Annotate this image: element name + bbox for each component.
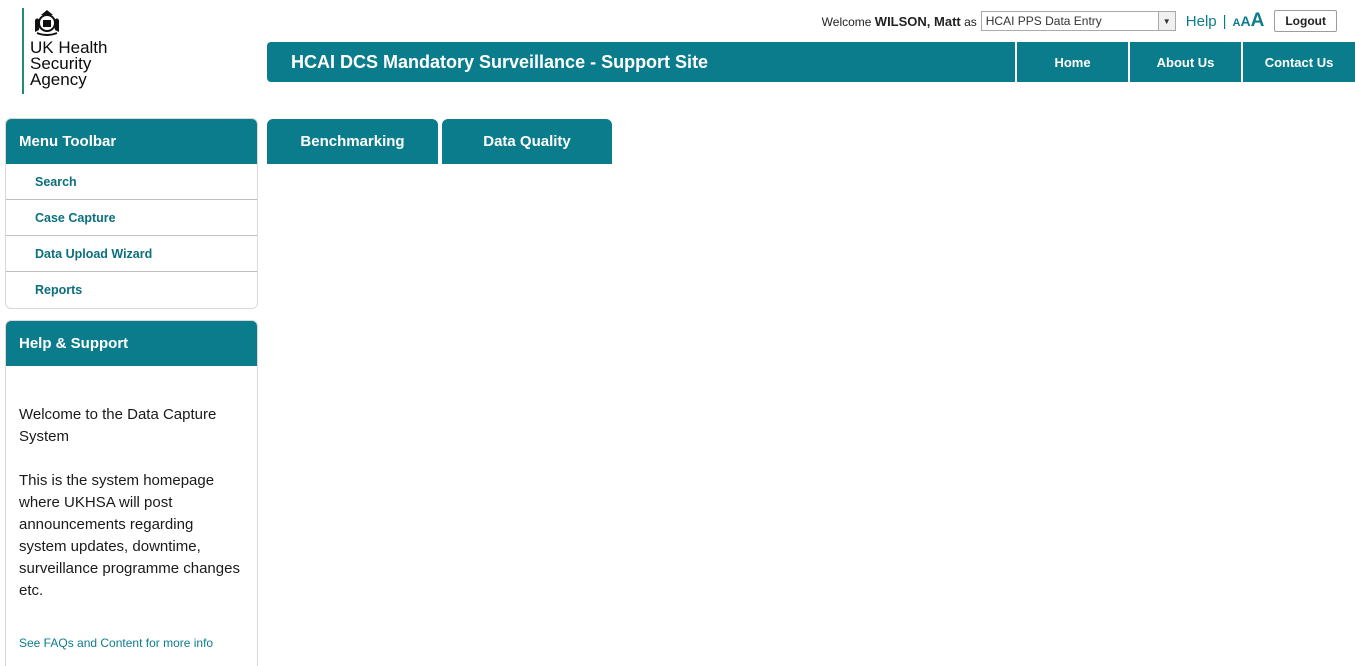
menu-item-search[interactable]: Search (6, 164, 257, 200)
content-tabs: Benchmarking Data Quality (267, 119, 616, 164)
menu-toolbar-title: Menu Toolbar (6, 119, 257, 164)
logo-line-3: Agency (30, 70, 87, 89)
logo-text: UK Health Security Agency (30, 39, 107, 89)
help-support-body: Welcome to the Data Capture System This … (6, 366, 257, 654)
logout-button[interactable]: Logout (1274, 10, 1337, 32)
tab-benchmarking[interactable]: Benchmarking (267, 119, 438, 164)
help-support-panel: Help & Support Welcome to the Data Captu… (5, 320, 258, 666)
dropdown-arrow-icon[interactable]: ▼ (1157, 12, 1175, 30)
text-size-controls: A A A (1233, 10, 1265, 32)
nav-home[interactable]: Home (1015, 42, 1128, 82)
help-paragraph-1: Welcome to the Data Capture System (19, 406, 217, 445)
ukhsa-logo[interactable]: UK Health Security Agency (22, 8, 107, 94)
menu-item-case-capture[interactable]: Case Capture (6, 200, 257, 236)
menu-toolbar-panel: Menu Toolbar Search Case Capture Data Up… (5, 118, 258, 309)
help-paragraph-2: This is the system homepage where UKHSA … (19, 472, 240, 599)
separator: | (1222, 12, 1227, 30)
help-support-title: Help & Support (6, 321, 257, 366)
site-title: HCAI DCS Mandatory Surveillance - Suppor… (291, 51, 709, 72)
header-banner: HCAI DCS Mandatory Surveillance - Suppor… (267, 42, 1355, 82)
as-text: as (964, 14, 977, 29)
text-size-large[interactable]: A (1251, 10, 1265, 32)
text-size-small[interactable]: A (1233, 17, 1241, 29)
nav-contact-us[interactable]: Contact Us (1241, 42, 1355, 82)
help-link[interactable]: Help (1186, 13, 1217, 30)
role-select[interactable]: HCAI PPS Data Entry ▼ (980, 11, 1176, 31)
user-bar: Welcome WILSON, Matt as HCAI PPS Data En… (822, 8, 1337, 34)
menu-item-reports[interactable]: Reports (6, 272, 257, 308)
menu-item-data-upload-wizard[interactable]: Data Upload Wizard (6, 236, 257, 272)
tab-data-quality[interactable]: Data Quality (442, 119, 612, 164)
text-size-medium[interactable]: A (1240, 13, 1250, 29)
welcome-prefix: Welcome (821, 14, 872, 29)
faq-link[interactable]: See FAQs and Content for more info (19, 632, 243, 654)
welcome-text: Welcome WILSON, Matt as (822, 14, 977, 29)
nav-about-us[interactable]: About Us (1128, 42, 1241, 82)
user-name: WILSON, Matt (874, 13, 961, 29)
role-select-value: HCAI PPS Data Entry (985, 14, 1102, 28)
royal-crest-icon (35, 10, 59, 36)
